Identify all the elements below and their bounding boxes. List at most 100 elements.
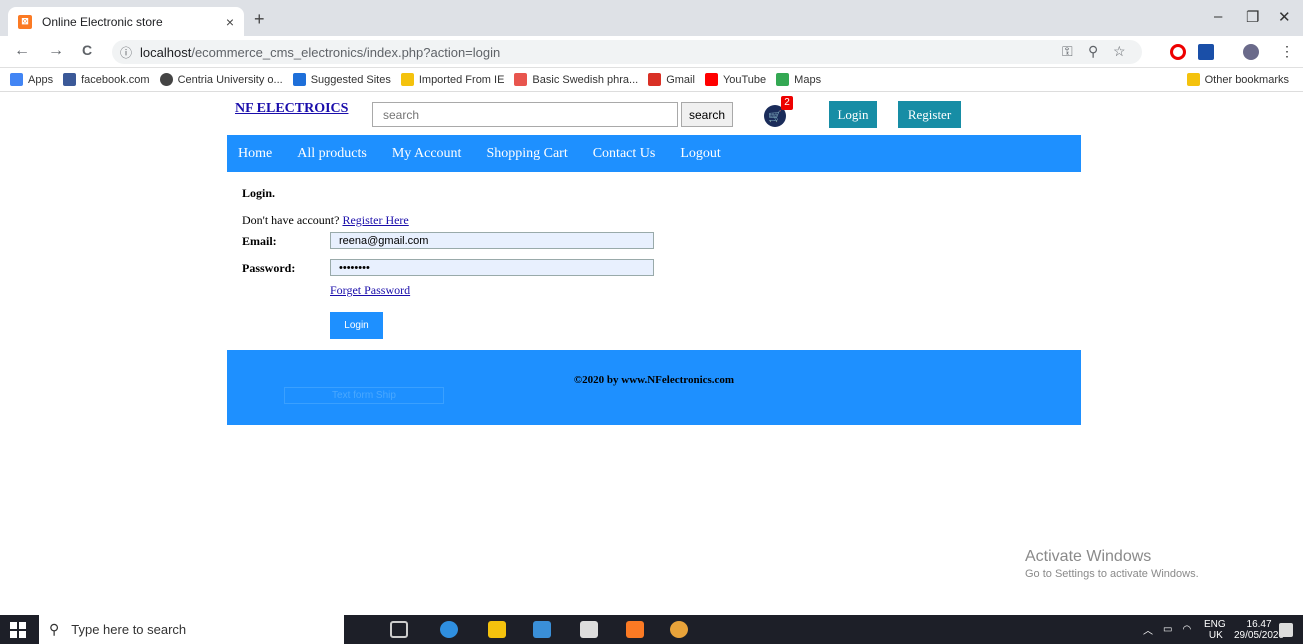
tab-title: Online Electronic store (42, 14, 163, 29)
clock-date: 29/05/2020 (1234, 629, 1285, 641)
bookmark-imported[interactable]: Imported From IE (400, 73, 505, 86)
nav-my-account[interactable]: My Account (392, 146, 462, 162)
maps-icon (776, 73, 790, 86)
copyright-text: ©2020 by www.NFelectronics.com (573, 374, 735, 386)
bookmark-centria[interactable]: Centria University o... (159, 73, 283, 86)
globe-icon (159, 73, 173, 86)
opera-extension-icon[interactable] (1170, 44, 1186, 60)
file-explorer-icon[interactable] (488, 621, 506, 638)
bookmark-swedish[interactable]: Basic Swedish phra... (514, 73, 638, 86)
apps-icon (10, 73, 23, 86)
register-here-link[interactable]: Register Here (342, 213, 408, 227)
notification-icon[interactable] (1279, 623, 1293, 637)
forget-password-link[interactable]: Forget Password (330, 283, 410, 298)
folder-icon (400, 73, 414, 86)
phrase-icon (514, 73, 528, 86)
gmail-icon (648, 73, 662, 86)
menu-icon[interactable]: ⋮ (1280, 43, 1294, 60)
store-icon[interactable] (580, 621, 598, 638)
network-icon[interactable]: ▭ (1163, 624, 1172, 635)
site-brand-link[interactable]: NF ELECTROICS (235, 101, 348, 117)
activate-windows-watermark: Activate Windows Go to Settings to activ… (1025, 548, 1199, 580)
nav-shopping-cart[interactable]: Shopping Cart (486, 146, 567, 162)
no-account-label: Don't have account? (242, 213, 340, 227)
youtube-icon (704, 73, 718, 86)
bookmark-suggested[interactable]: Suggested Sites (292, 73, 391, 86)
mail-icon[interactable] (533, 621, 551, 638)
email-label: Email: (242, 234, 277, 248)
taskbar-search[interactable]: ⚲ Type here to search (39, 615, 344, 644)
xampp-icon[interactable] (626, 621, 644, 638)
close-window-icon[interactable]: ✕ (1278, 8, 1291, 26)
minimize-icon[interactable]: – (1214, 8, 1222, 25)
search-input[interactable] (372, 102, 678, 127)
forward-icon[interactable]: → (48, 42, 64, 60)
chevron-up-icon[interactable]: ︿ (1143, 622, 1153, 637)
footer: ©2020 by www.NFelectronics.com Text form… (227, 350, 1081, 425)
profile-avatar[interactable] (1243, 44, 1259, 60)
xampp-icon: ⊠ (18, 14, 32, 29)
reload-icon[interactable]: C (82, 42, 92, 58)
bookmark-label: Imported From IE (418, 73, 505, 86)
bookmarks-bar: Apps facebook.com Centria University o..… (0, 68, 1303, 92)
password-field[interactable] (330, 259, 654, 276)
tray-icons[interactable]: ︿ ▭ ◠ (1143, 615, 1191, 644)
windows-start-icon[interactable] (10, 622, 26, 638)
login-submit-button[interactable]: Login (330, 312, 383, 339)
search-icon: ⚲ (49, 621, 60, 637)
password-label: Password: (242, 261, 296, 275)
key-icon[interactable]: ⚿ (1062, 43, 1073, 60)
clock[interactable]: 16.47 29/05/2020 (1234, 615, 1284, 644)
wifi-icon[interactable]: ◠ (1182, 624, 1191, 635)
bookmark-apps[interactable]: Apps (10, 73, 53, 86)
back-icon[interactable]: ← (14, 42, 30, 60)
info-icon[interactable]: ⓘ (120, 44, 132, 61)
bookmark-gmail[interactable]: Gmail (648, 73, 695, 86)
bookmark-facebook[interactable]: facebook.com (63, 73, 150, 86)
no-account-text: Don't have account? Register Here (242, 213, 409, 228)
facebook-icon (63, 73, 77, 86)
folder-icon (1186, 73, 1200, 86)
nav-contact-us[interactable]: Contact Us (593, 146, 656, 162)
lang-code: ENG (1204, 618, 1226, 630)
nav-logout[interactable]: Logout (680, 146, 720, 162)
bookmark-label: Basic Swedish phra... (532, 73, 639, 86)
nav-home[interactable]: Home (238, 146, 272, 162)
lang-region: UK (1208, 629, 1223, 641)
extension-icon[interactable] (1198, 44, 1214, 60)
login-heading: Login. (242, 186, 276, 200)
language-indicator[interactable]: ENG UK (1204, 615, 1226, 644)
url-host: localhost (140, 44, 192, 60)
footer-ghost-button[interactable]: Text form Ship (284, 387, 444, 404)
tab-online-store[interactable]: ⊠ Online Electronic store × (8, 7, 244, 36)
windows-taskbar: ⚲ Type here to search ︿ ▭ ◠ ENG UK 16.47 2… (0, 615, 1303, 644)
bookmark-label: YouTube (722, 73, 767, 86)
bookmark-youtube[interactable]: YouTube (704, 73, 767, 86)
bookmark-label: facebook.com (81, 73, 150, 86)
bookmark-label: Gmail (666, 73, 695, 86)
other-bookmarks[interactable]: Other bookmarks (1186, 73, 1289, 86)
register-header-button[interactable]: Register (898, 101, 961, 128)
url-input[interactable]: ⓘ localhost/ecommerce_cms_electronics/in… (112, 40, 1142, 64)
bing-icon (292, 73, 306, 86)
zoom-icon[interactable]: ⚲ (1088, 43, 1098, 60)
bookmark-label: Apps (28, 73, 54, 86)
search-button[interactable]: search (681, 102, 733, 127)
maximize-icon[interactable]: ❐ (1246, 8, 1259, 26)
star-icon[interactable]: ☆ (1113, 43, 1126, 60)
tab-close-icon[interactable]: × (226, 14, 234, 30)
bookmark-label: Maps (794, 73, 822, 86)
tab-strip: ⊠ Online Electronic store × + – ❐ ✕ (0, 0, 1303, 36)
watermark-subtitle: Go to Settings to activate Windows. (1025, 568, 1199, 580)
bookmark-maps[interactable]: Maps (776, 73, 821, 86)
nav-all-products[interactable]: All products (297, 146, 367, 162)
task-view-icon[interactable] (390, 621, 408, 638)
bookmark-label: Other bookmarks (1204, 73, 1289, 86)
email-field[interactable] (330, 232, 654, 249)
new-tab-icon[interactable]: + (254, 9, 265, 30)
bookmark-label: Suggested Sites (310, 73, 391, 86)
address-bar-row: ← → C ⓘ localhost/ecommerce_cms_electron… (0, 36, 1303, 68)
chrome-icon[interactable] (670, 621, 688, 638)
login-header-button[interactable]: Login (829, 101, 877, 128)
edge-icon[interactable] (440, 621, 458, 638)
